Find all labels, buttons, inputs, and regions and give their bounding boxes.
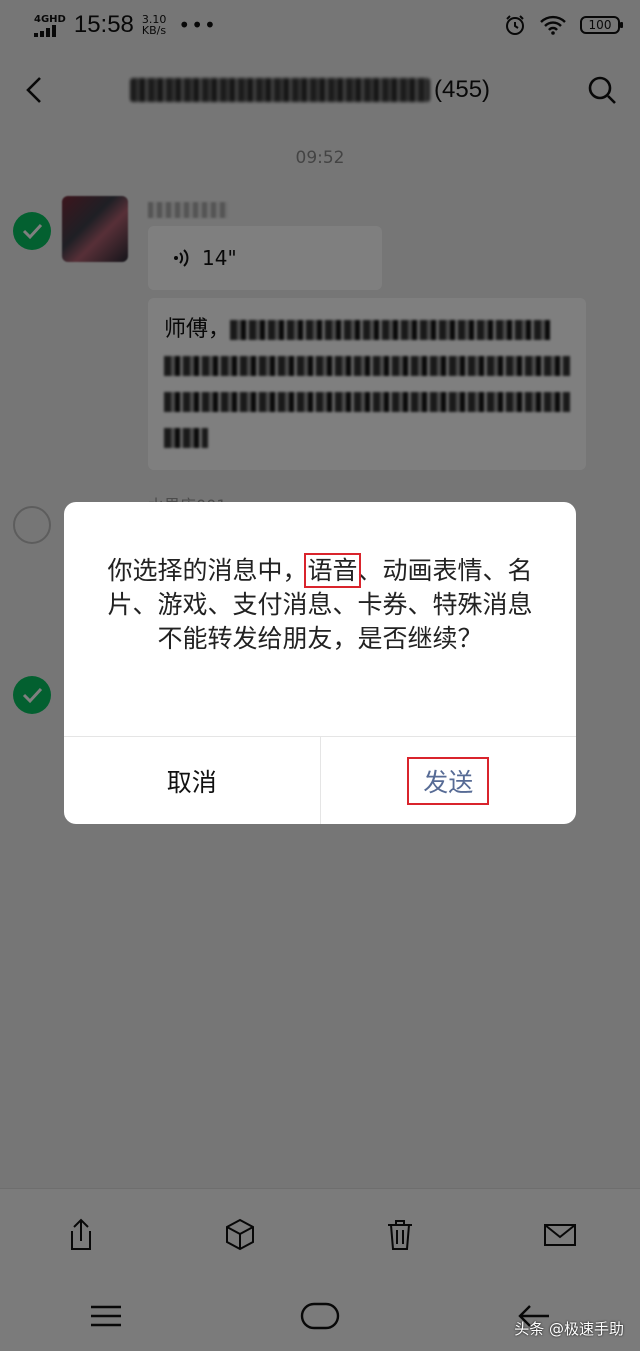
send-button-label: 发送 <box>407 756 490 805</box>
dialog-buttons: 取消 发送 <box>64 736 576 824</box>
dialog-message-part1: 你选择的消息中， <box>107 556 308 585</box>
dialog-message-highlight: 语音 <box>304 553 361 588</box>
watermark: 头条 @极速手助 <box>514 1320 624 1338</box>
cancel-button-label: 取消 <box>166 767 217 797</box>
forward-warning-dialog: 你选择的消息中，语音、动画表情、名片、游戏、支付消息、卡券、特殊消息不能转发给朋… <box>64 502 576 824</box>
send-button[interactable]: 发送 <box>319 737 577 824</box>
dialog-message: 你选择的消息中，语音、动画表情、名片、游戏、支付消息、卡券、特殊消息不能转发给朋… <box>104 553 536 656</box>
cancel-button[interactable]: 取消 <box>64 737 320 824</box>
